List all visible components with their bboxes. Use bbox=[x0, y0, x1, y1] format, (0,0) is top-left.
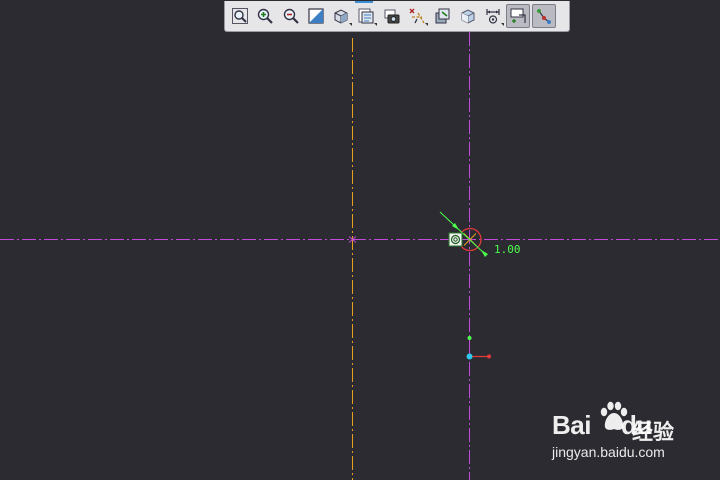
paw-icon bbox=[600, 401, 628, 430]
graphics-toolbar bbox=[224, 1, 570, 32]
watermark-product-text: 经验 bbox=[632, 420, 674, 444]
chevron-down-icon bbox=[425, 23, 429, 26]
zoom-fit-icon bbox=[232, 8, 248, 24]
saved-views-icon bbox=[358, 8, 374, 24]
saved-orientations-button[interactable] bbox=[354, 4, 378, 28]
csys-x-endpoint bbox=[487, 354, 491, 359]
watermark-logo-bai: Bai bbox=[552, 410, 591, 440]
repaint-icon bbox=[308, 8, 324, 24]
display-style-button[interactable] bbox=[456, 4, 480, 28]
dimension-display-button[interactable] bbox=[481, 4, 505, 28]
view-cube-icon bbox=[334, 9, 348, 24]
vertex-display-icon bbox=[536, 9, 551, 24]
spin-center-icon bbox=[435, 8, 450, 24]
toolbar-accent bbox=[355, 1, 373, 3]
diameter-dimension-value[interactable]: 1.00 bbox=[494, 243, 521, 256]
chevron-down-icon bbox=[374, 23, 378, 26]
zoom-out-button[interactable] bbox=[279, 4, 303, 28]
spin-center-button[interactable] bbox=[430, 4, 454, 28]
vertex-display-button[interactable] bbox=[531, 4, 556, 28]
chevron-down-icon bbox=[349, 23, 353, 26]
dimension-display-icon bbox=[486, 9, 500, 24]
repaint-button[interactable] bbox=[304, 4, 328, 28]
zoom-out-icon bbox=[283, 8, 299, 24]
view-manager-button[interactable] bbox=[380, 4, 404, 28]
baidu-jingyan-watermark: Bai du 经验 jingyan.baidu.com bbox=[552, 398, 712, 468]
chevron-down-icon bbox=[500, 23, 504, 26]
zoom-fit-button[interactable] bbox=[228, 4, 252, 28]
zoom-in-icon bbox=[258, 8, 274, 24]
csys-origin bbox=[466, 353, 473, 360]
datum-display-icon bbox=[409, 8, 425, 24]
view-manager-icon bbox=[384, 9, 400, 24]
csys-y-endpoint bbox=[467, 336, 472, 340]
display-style-icon bbox=[461, 9, 475, 24]
zoom-in-button[interactable] bbox=[253, 4, 277, 28]
dimension-arrow-lower bbox=[481, 250, 488, 257]
watermark-url: jingyan.baidu.com bbox=[552, 444, 665, 460]
datum-display-button[interactable] bbox=[405, 4, 429, 28]
constraint-display-button[interactable] bbox=[506, 4, 531, 28]
constraint-display-icon bbox=[510, 8, 526, 23]
named-view-orientation-button[interactable] bbox=[329, 4, 353, 28]
